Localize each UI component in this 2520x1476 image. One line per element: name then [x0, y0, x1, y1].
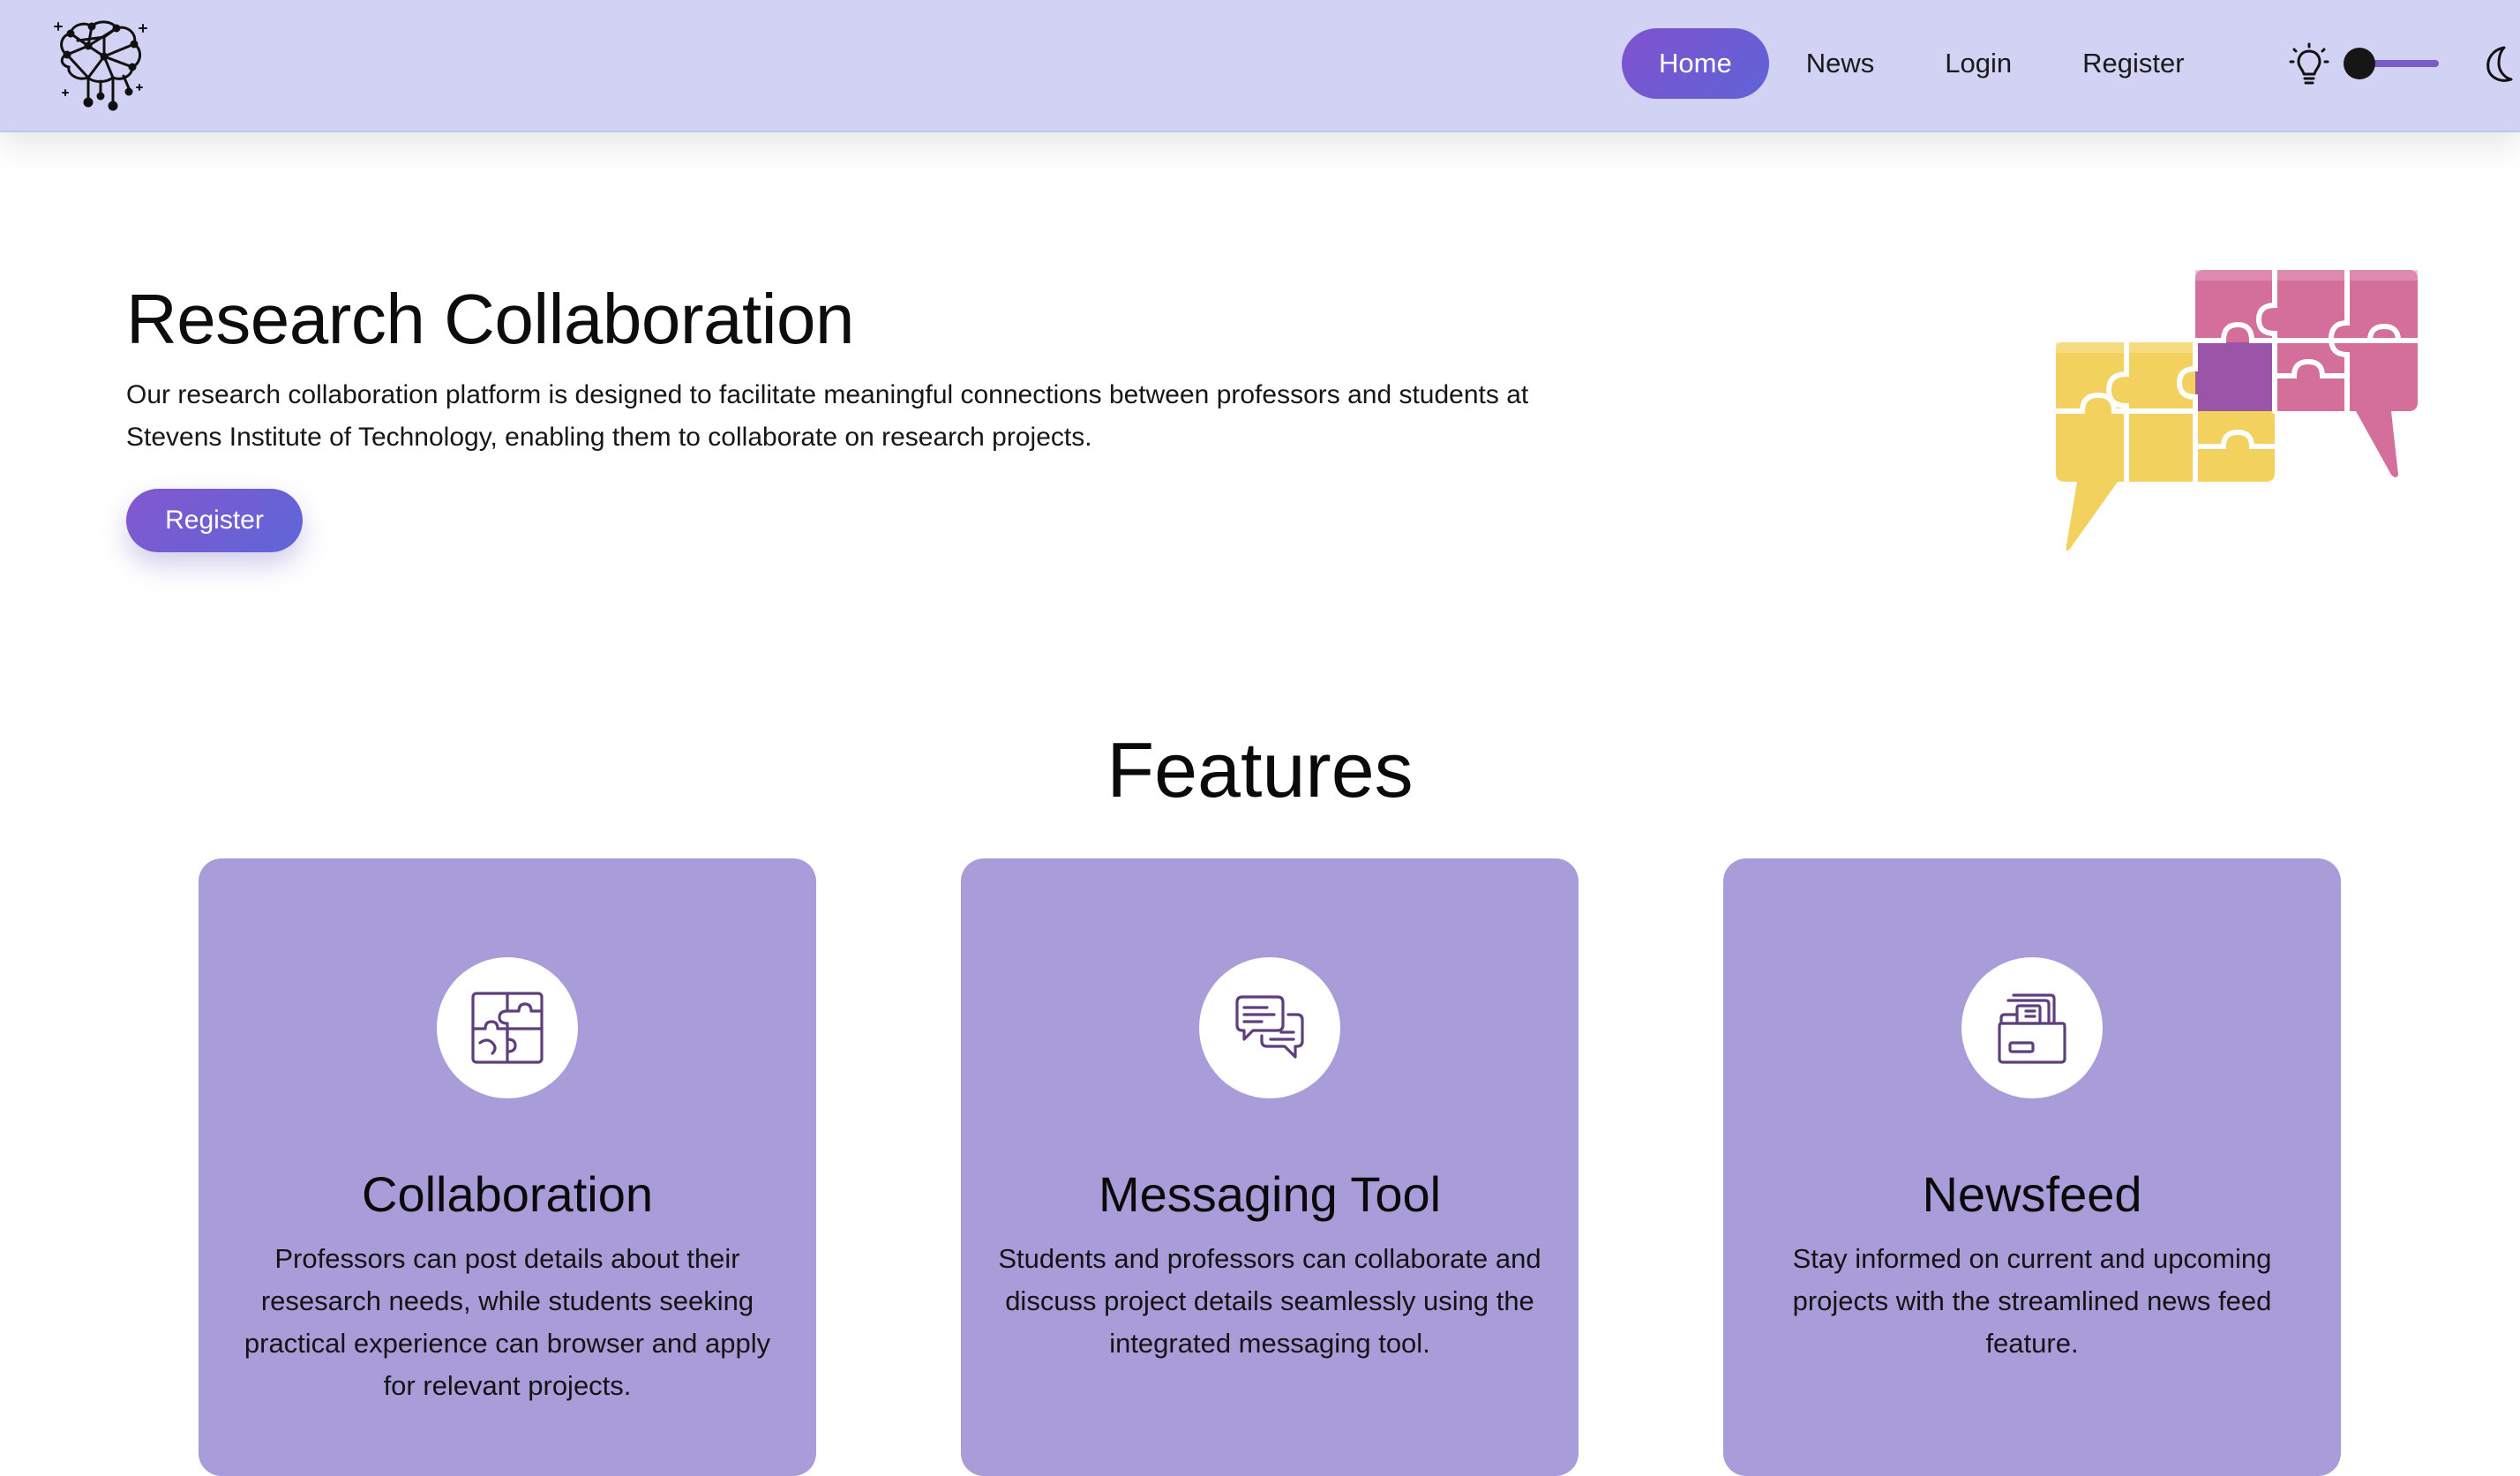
feature-title: Collaboration: [362, 1166, 653, 1222]
lightbulb-icon: [2289, 42, 2329, 85]
feature-card-messaging: Messaging Tool Students and professors c…: [961, 858, 1579, 1476]
feature-description: Stay informed on current and upcoming pr…: [1792, 1243, 2272, 1359]
feature-icon-circle: [1199, 957, 1340, 1098]
newsfeed-icon: [1998, 993, 2066, 1064]
brain-network-logo[interactable]: [51, 14, 154, 113]
feature-card-collaboration: Collaboration Professors can post detail…: [199, 858, 816, 1476]
feature-icon-circle: [437, 957, 578, 1098]
feature-icon-circle: [1961, 957, 2103, 1098]
hero-description: Our research collaboration platform is d…: [126, 380, 1529, 452]
nav-links: Home News Login Register: [1622, 28, 2220, 99]
feature-card-newsfeed: Newsfeed Stay informed on current and up…: [1723, 858, 2341, 1476]
theme-toggle[interactable]: [2344, 41, 2442, 86]
feature-title: Newsfeed: [1922, 1166, 2142, 1222]
navbar: Home News Login Register: [0, 0, 2520, 132]
feature-description: Students and professors can collaborate …: [998, 1243, 1541, 1359]
hero-title: Research Collaboration: [126, 280, 855, 358]
moon-icon: [2486, 46, 2513, 82]
nav-login[interactable]: Login: [1909, 28, 2047, 99]
nav-news[interactable]: News: [1771, 28, 1910, 99]
hero-register-button[interactable]: Register: [126, 489, 303, 552]
puzzle-speech-bubbles-illustration: [2056, 270, 2418, 551]
toggle-knob: [2344, 48, 2375, 79]
chat-bubbles-icon: [1235, 995, 1304, 1059]
nav-home[interactable]: Home: [1622, 28, 1769, 99]
feature-title: Messaging Tool: [1098, 1166, 1442, 1222]
nav-register[interactable]: Register: [2047, 28, 2219, 99]
features-title: Features: [1106, 726, 1414, 813]
feature-description: Professors can post details about their …: [244, 1243, 771, 1401]
puzzle-icon: [471, 992, 544, 1064]
